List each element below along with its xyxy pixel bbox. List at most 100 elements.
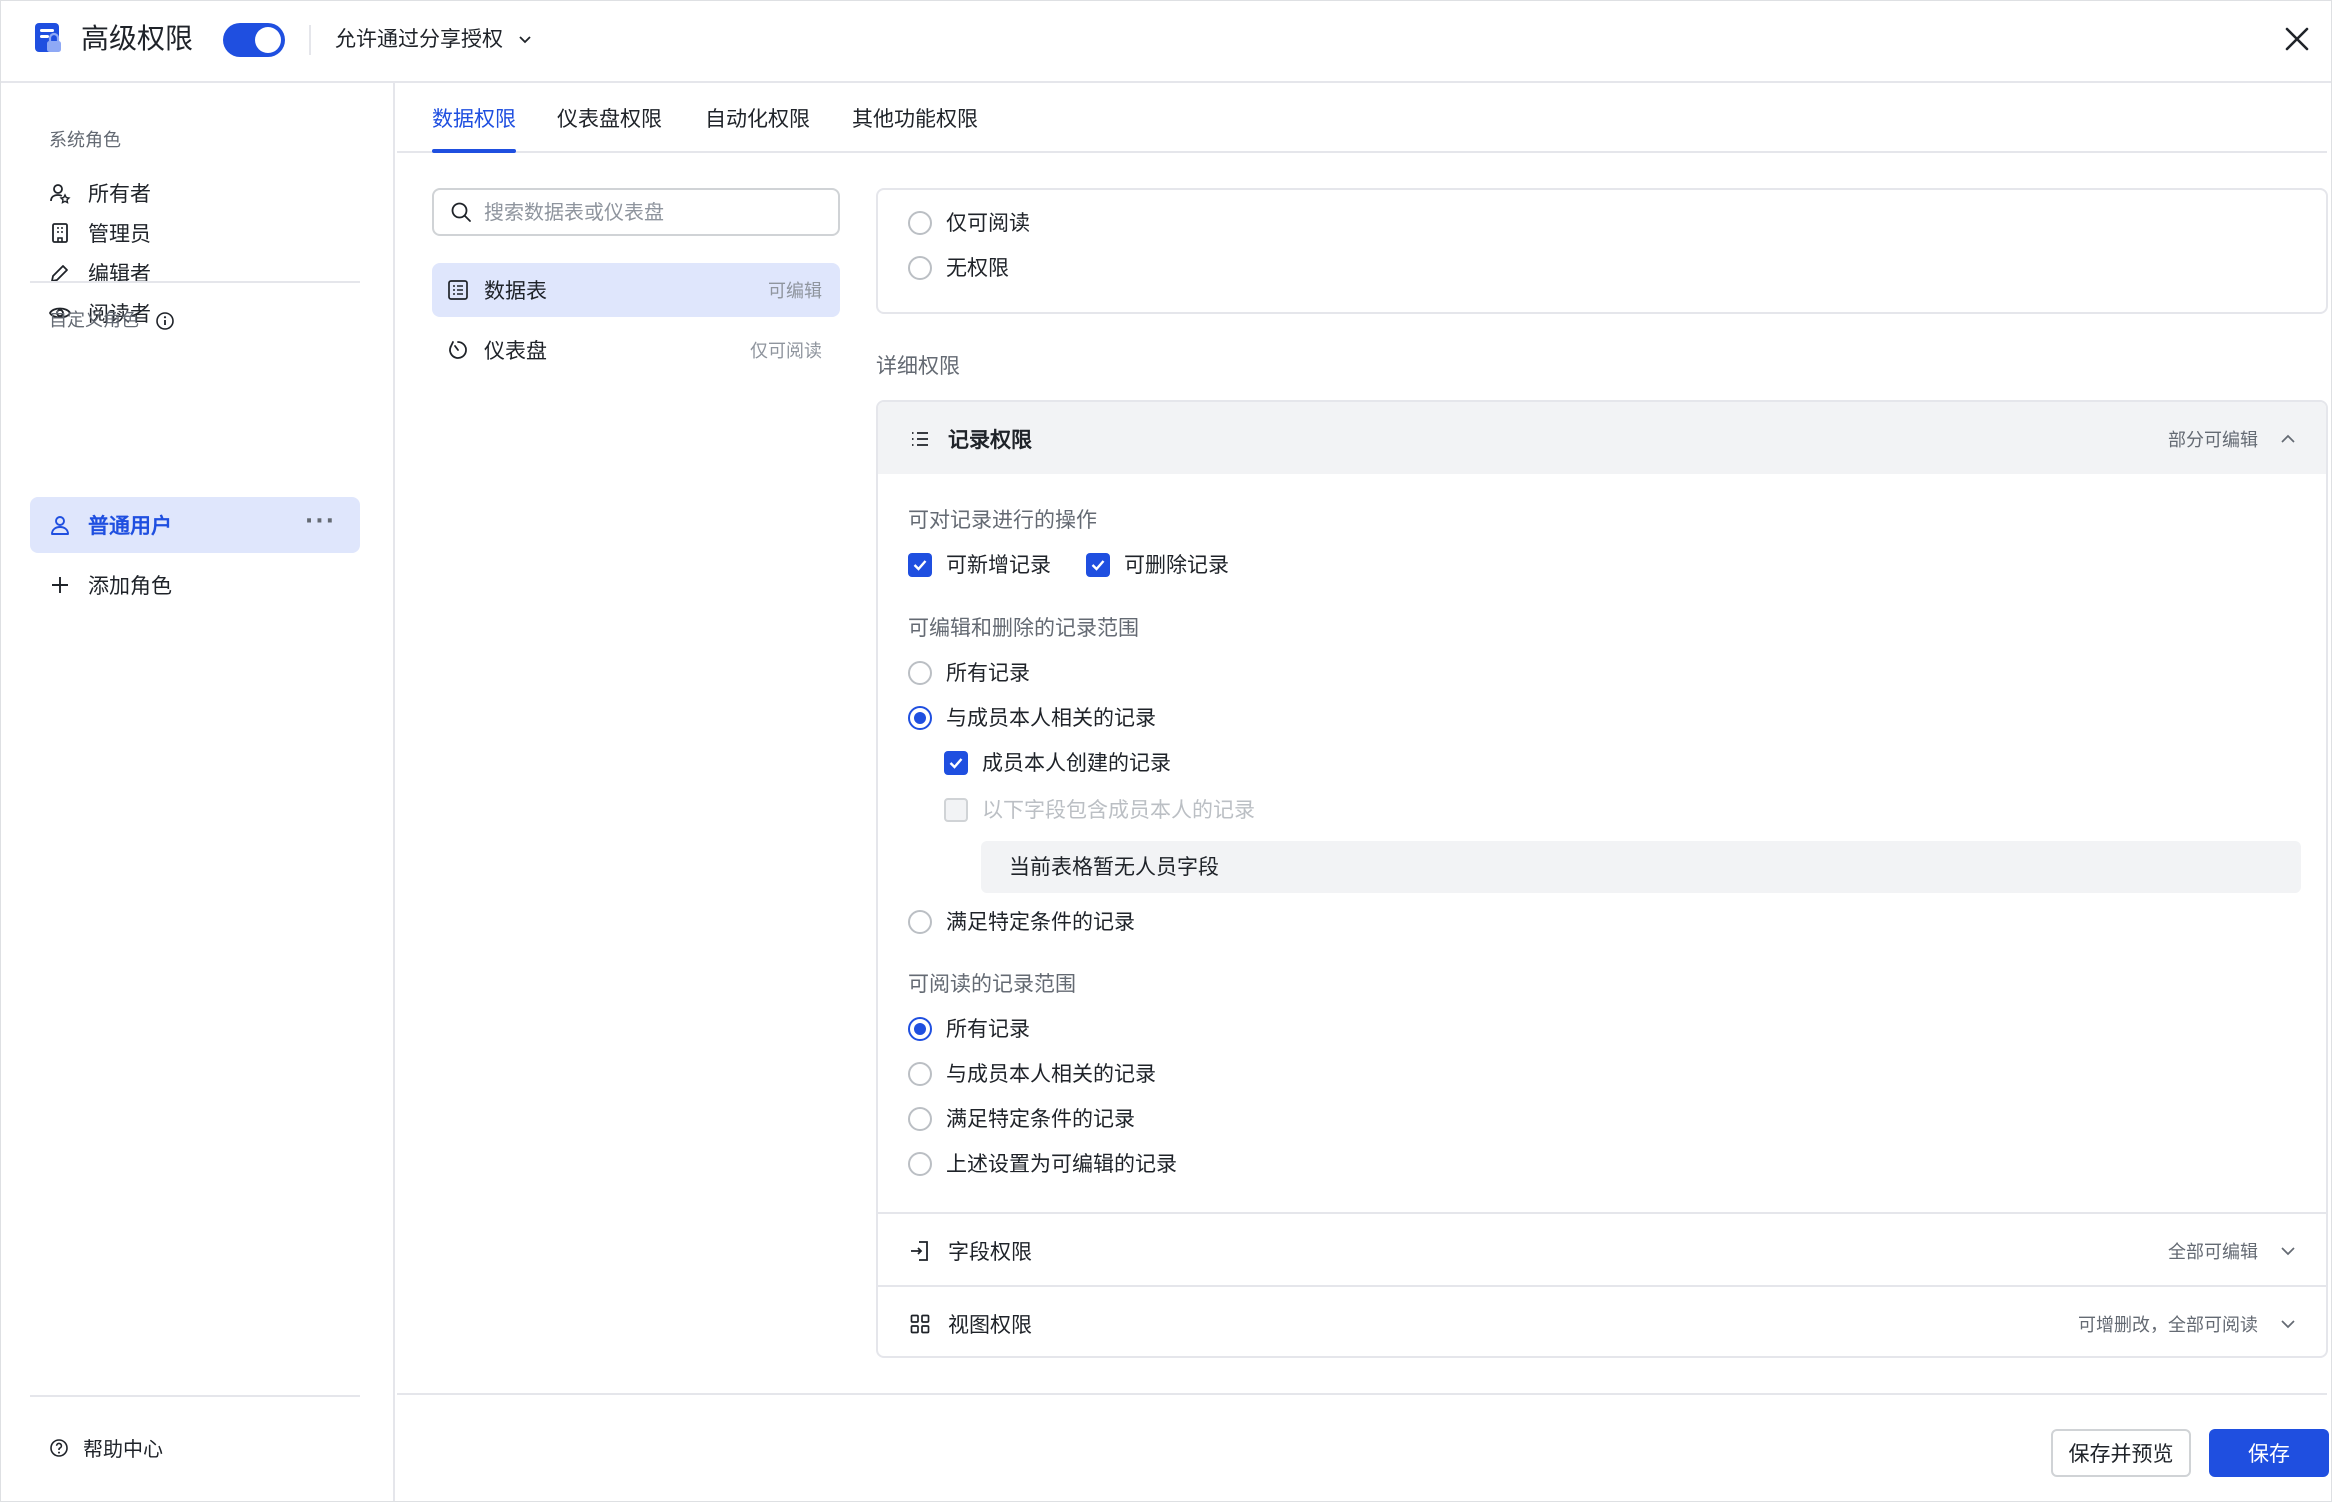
chevron-up-icon	[2281, 434, 2295, 443]
dashboard-icon	[449, 341, 467, 359]
view-permission-toggle[interactable]: 可增删改，全部可阅读	[2078, 1311, 2298, 1337]
list-item-label: 数据表	[484, 279, 547, 303]
checkbox[interactable]	[908, 553, 932, 577]
help-icon	[50, 1438, 68, 1457]
option-can-delete-record[interactable]: 可删除记录	[1086, 550, 1229, 580]
option-label: 与成员本人相关的记录	[946, 1062, 1156, 1086]
list-item-data-table[interactable]: 数据表 可编辑	[432, 263, 840, 317]
sidebar-item-label: 所有者	[88, 182, 151, 206]
list-item-status: 可编辑	[768, 281, 822, 302]
option-no-permission[interactable]: 无权限	[908, 253, 1009, 283]
option-label: 所有记录	[946, 661, 1030, 685]
record-permission-label: 记录权限	[948, 428, 1032, 452]
option-label: 以下字段包含成员本人的记录	[982, 798, 1255, 822]
plus-icon	[52, 577, 68, 593]
close-icon[interactable]	[2279, 21, 2315, 57]
detail-permission-label: 详细权限	[876, 354, 960, 378]
add-role-button[interactable]: 添加角色	[30, 557, 360, 613]
check-icon	[949, 758, 963, 769]
list-item-dashboard[interactable]: 仪表盘 仅可阅读	[432, 323, 840, 377]
search-input[interactable]	[484, 200, 824, 224]
share-authorization-select[interactable]: 允许通过分享授权	[335, 23, 533, 55]
dialog-header: 高级权限 允许通过分享授权	[1, 1, 2331, 83]
sidebar-item-label: 编辑者	[88, 262, 151, 286]
dialog-title: 高级权限	[81, 22, 194, 55]
grid-icon	[910, 1314, 930, 1334]
option-read-only[interactable]: 仅可阅读	[908, 208, 1030, 238]
help-center-link[interactable]: 帮助中心	[49, 1433, 163, 1462]
radio-button-selected[interactable]	[908, 1017, 932, 1041]
read-scope-related[interactable]: 与成员本人相关的记录	[908, 1059, 1156, 1089]
base-app-icon	[35, 23, 61, 52]
advanced-permission-toggle[interactable]	[223, 23, 285, 57]
edit-scope-related[interactable]: 与成员本人相关的记录	[908, 703, 1156, 733]
radio-button[interactable]	[908, 1062, 932, 1086]
radio-button-selected[interactable]	[908, 706, 932, 730]
checkbox[interactable]	[944, 751, 968, 775]
option-can-add-record[interactable]: 可新增记录	[908, 550, 1051, 580]
system-roles-heading: 系统角色	[49, 130, 121, 151]
edit-scope-field-contains-member: 以下字段包含成员本人的记录	[944, 795, 1255, 825]
option-label: 满足特定条件的记录	[946, 1107, 1135, 1131]
checkbox[interactable]	[1086, 553, 1110, 577]
custom-roles-label: 自定义角色	[49, 310, 139, 331]
search-box[interactable]	[432, 188, 840, 236]
permission-dialog: 高级权限 允许通过分享授权 系统角色 所有者 管理员 编辑者 阅读者 自定义角色…	[0, 0, 2332, 1502]
radio-button[interactable]	[908, 211, 932, 235]
radio-button[interactable]	[908, 661, 932, 685]
option-label: 满足特定条件的记录	[946, 910, 1135, 934]
record-permission-header[interactable]: 记录权限 部分可编辑	[878, 402, 2326, 474]
table-permission-options: 仅可阅读 无权限	[876, 188, 2328, 314]
sidebar-item-normal-user[interactable]: 普通用户 ···	[30, 497, 360, 553]
save-button[interactable]: 保存	[2209, 1429, 2329, 1477]
view-permission-row[interactable]: 视图权限	[908, 1309, 1032, 1339]
radio-button[interactable]	[908, 1107, 932, 1131]
read-scope-editable[interactable]: 上述设置为可编辑的记录	[908, 1149, 1177, 1179]
tab-other-permission[interactable]: 其他功能权限	[852, 103, 978, 135]
toggle-knob	[255, 27, 281, 53]
option-label: 上述设置为可编辑的记录	[946, 1152, 1177, 1176]
read-scope-conditional[interactable]: 满足特定条件的记录	[908, 1104, 1135, 1134]
save-and-preview-button[interactable]: 保存并预览	[2051, 1429, 2191, 1477]
option-label: 仅可阅读	[946, 211, 1030, 235]
option-label: 与成员本人相关的记录	[946, 706, 1156, 730]
view-permission-status: 可增删改，全部可阅读	[2078, 1315, 2258, 1336]
radio-button[interactable]	[908, 256, 932, 280]
read-scope-all[interactable]: 所有记录	[908, 1014, 1030, 1044]
check-icon	[913, 560, 927, 571]
field-permission-toggle[interactable]: 全部可编辑	[2168, 1238, 2298, 1264]
owner-icon	[50, 184, 71, 204]
table-icon	[448, 280, 468, 300]
help-center-label: 帮助中心	[83, 1437, 163, 1461]
section-divider	[878, 1285, 2326, 1287]
sidebar-divider	[30, 281, 360, 283]
more-options-icon[interactable]: ···	[305, 511, 336, 533]
info-icon[interactable]	[155, 311, 175, 331]
field-permission-row[interactable]: 字段权限	[908, 1236, 1032, 1266]
option-label: 可删除记录	[1124, 553, 1229, 577]
option-label: 无权限	[946, 256, 1009, 280]
field-entry-icon	[911, 1241, 928, 1261]
edit-scope-created-by-member[interactable]: 成员本人创建的记录	[944, 748, 1171, 778]
footer-divider	[397, 1393, 2327, 1395]
read-scope-label: 可阅读的记录范围	[908, 972, 1076, 996]
field-permission-label: 字段权限	[948, 1240, 1032, 1264]
chevron-down-icon	[519, 36, 531, 44]
tab-data-permission[interactable]: 数据权限	[432, 103, 516, 135]
sidebar-bottom-divider	[30, 1395, 360, 1397]
edit-scope-conditional[interactable]: 满足特定条件的记录	[908, 907, 1135, 937]
detail-permission-card: 记录权限 部分可编辑 可对记录进行的操作 可新增记录 可删除记录 可编辑和删除的…	[876, 400, 2328, 1358]
option-label: 所有记录	[946, 1017, 1030, 1041]
radio-button[interactable]	[908, 1152, 932, 1176]
radio-button[interactable]	[908, 910, 932, 934]
edit-scope-all[interactable]: 所有记录	[908, 658, 1030, 688]
tab-automation-permission[interactable]: 自动化权限	[705, 103, 810, 135]
role-sidebar: 系统角色 所有者 管理员 编辑者 阅读者 自定义角色 普通用户 ··· 添加角色	[1, 83, 395, 1501]
permission-tabs: 数据权限 仪表盘权限 自动化权限 其他功能权限	[397, 83, 2327, 153]
admin-icon	[52, 223, 68, 243]
sidebar-item-label: 普通用户	[88, 514, 172, 538]
record-permission-status: 部分可编辑	[2168, 430, 2258, 451]
tab-dashboard-permission[interactable]: 仪表盘权限	[557, 103, 662, 135]
edit-scope-label: 可编辑和删除的记录范围	[908, 616, 1139, 640]
record-permission-toggle[interactable]: 部分可编辑	[2168, 426, 2298, 452]
